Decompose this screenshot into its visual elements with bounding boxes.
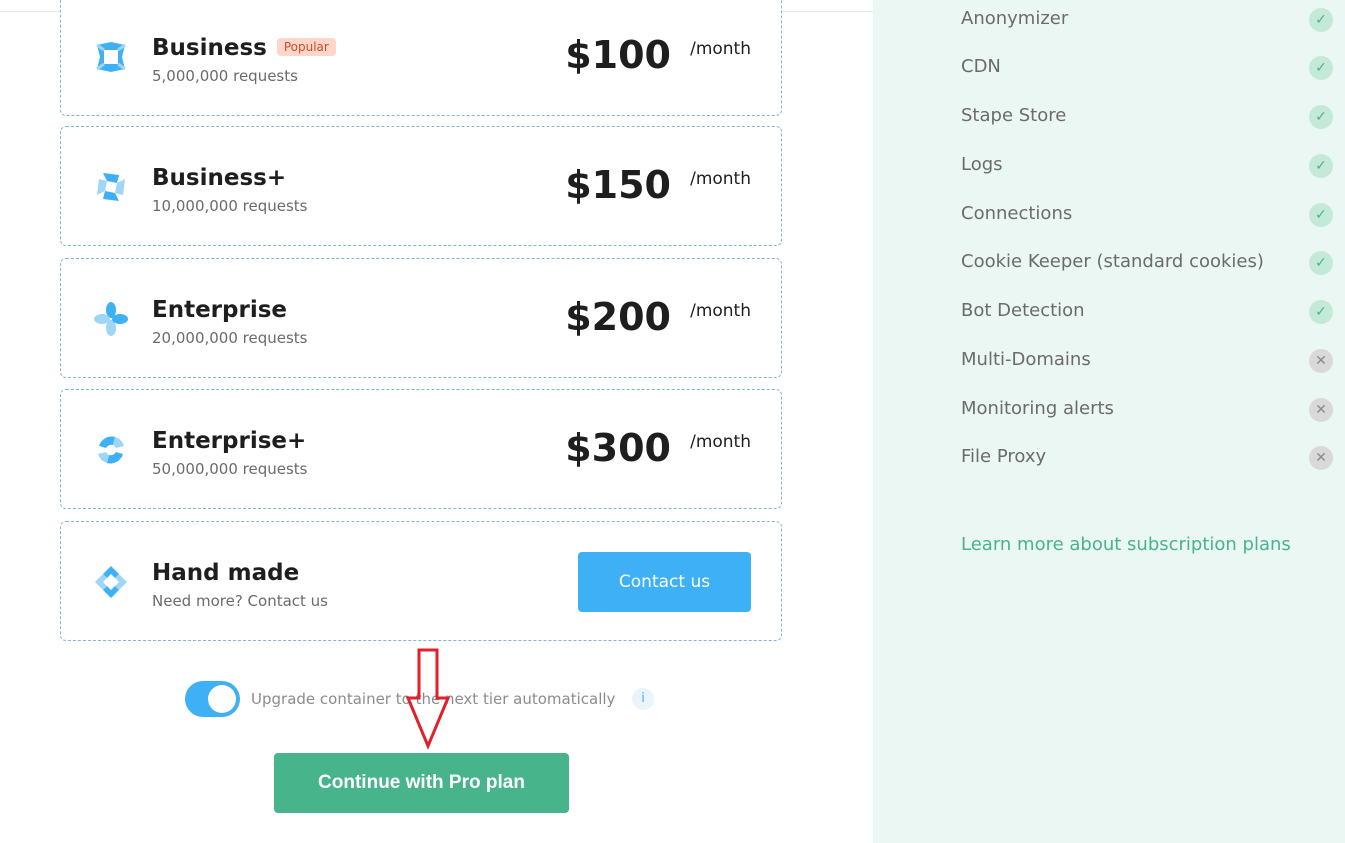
feature-item: Stape Store ✓ bbox=[961, 102, 1335, 132]
feature-label: Bot Detection bbox=[961, 300, 1085, 321]
check-icon: ✓ bbox=[1309, 154, 1333, 178]
feature-label: Connections bbox=[961, 203, 1073, 224]
feature-label: Anonymizer bbox=[961, 8, 1069, 29]
plan-card-business-plus[interactable]: Business+ 10,000,000 requests $150 /mont… bbox=[60, 126, 782, 246]
business-plus-logo-icon bbox=[93, 169, 129, 205]
enterprise-logo-icon bbox=[93, 301, 129, 337]
feature-label: Monitoring alerts bbox=[961, 398, 1114, 419]
feature-item: Cookie Keeper (standard cookies) ✓ bbox=[961, 248, 1335, 278]
annotation-arrow-icon bbox=[405, 648, 451, 750]
features-panel: Anonymizer ✓ CDN ✓ Stape Store ✓ Logs ✓ … bbox=[873, 0, 1345, 843]
check-icon: ✓ bbox=[1309, 300, 1333, 324]
feature-label: File Proxy bbox=[961, 446, 1047, 467]
plan-name: Business Popular bbox=[152, 35, 336, 61]
plan-price: $150 bbox=[565, 163, 671, 207]
feature-item: Logs ✓ bbox=[961, 151, 1335, 181]
feature-item: Multi-Domains ✕ bbox=[961, 346, 1335, 376]
cross-icon: ✕ bbox=[1309, 398, 1333, 422]
feature-item: CDN ✓ bbox=[961, 53, 1335, 83]
check-icon: ✓ bbox=[1309, 56, 1333, 80]
feature-label: Stape Store bbox=[961, 105, 1067, 126]
popular-badge: Popular bbox=[276, 38, 336, 56]
plan-card-hand-made[interactable]: Hand made Need more? Contact us Contact … bbox=[60, 521, 782, 641]
price-period: /month bbox=[690, 39, 751, 59]
price-period: /month bbox=[690, 301, 751, 321]
learn-more-link[interactable]: Learn more about subscription plans bbox=[961, 534, 1291, 555]
cross-icon: ✕ bbox=[1309, 446, 1333, 470]
check-icon: ✓ bbox=[1309, 8, 1333, 32]
auto-upgrade-toggle[interactable] bbox=[185, 681, 240, 717]
check-icon: ✓ bbox=[1309, 105, 1333, 129]
plan-price: $100 bbox=[565, 33, 671, 77]
feature-item: Monitoring alerts ✕ bbox=[961, 395, 1335, 425]
plan-price: $200 bbox=[565, 295, 671, 339]
business-logo-icon bbox=[93, 39, 129, 75]
hand-made-logo-icon bbox=[93, 564, 129, 600]
plan-name: Enterprise+ bbox=[152, 428, 307, 454]
continue-pro-plan-button[interactable]: Continue with Pro plan bbox=[274, 753, 569, 813]
feature-item: File Proxy ✕ bbox=[961, 443, 1335, 473]
price-period: /month bbox=[690, 432, 751, 452]
plan-requests: 10,000,000 requests bbox=[152, 197, 308, 215]
feature-item: Connections ✓ bbox=[961, 200, 1335, 230]
plan-name: Business+ bbox=[152, 165, 287, 191]
feature-label: CDN bbox=[961, 56, 1001, 77]
plan-requests: 20,000,000 requests bbox=[152, 329, 308, 347]
toggle-knob bbox=[208, 685, 236, 713]
feature-label: Multi-Domains bbox=[961, 349, 1091, 370]
info-icon[interactable]: i bbox=[632, 688, 654, 710]
enterprise-plus-logo-icon bbox=[93, 432, 129, 468]
feature-item: Bot Detection ✓ bbox=[961, 297, 1335, 327]
plan-name: Hand made bbox=[152, 560, 300, 586]
cross-icon: ✕ bbox=[1309, 349, 1333, 373]
feature-item: Anonymizer ✓ bbox=[961, 5, 1335, 35]
plan-card-enterprise-plus[interactable]: Enterprise+ 50,000,000 requests $300 /mo… bbox=[60, 389, 782, 509]
check-icon: ✓ bbox=[1309, 251, 1333, 275]
plan-requests: 5,000,000 requests bbox=[152, 67, 298, 85]
feature-label: Cookie Keeper (standard cookies) bbox=[961, 251, 1264, 272]
feature-label: Logs bbox=[961, 154, 1003, 175]
plan-price: $300 bbox=[565, 426, 671, 470]
plan-requests: 50,000,000 requests bbox=[152, 460, 308, 478]
plan-card-business[interactable]: Business Popular 5,000,000 requests $100 … bbox=[60, 0, 782, 116]
contact-us-button[interactable]: Contact us bbox=[578, 552, 751, 612]
plan-requests: Need more? Contact us bbox=[152, 592, 329, 610]
plan-name: Enterprise bbox=[152, 297, 288, 323]
price-period: /month bbox=[690, 169, 751, 189]
check-icon: ✓ bbox=[1309, 203, 1333, 227]
plan-card-enterprise[interactable]: Enterprise 20,000,000 requests $200 /mon… bbox=[60, 258, 782, 378]
